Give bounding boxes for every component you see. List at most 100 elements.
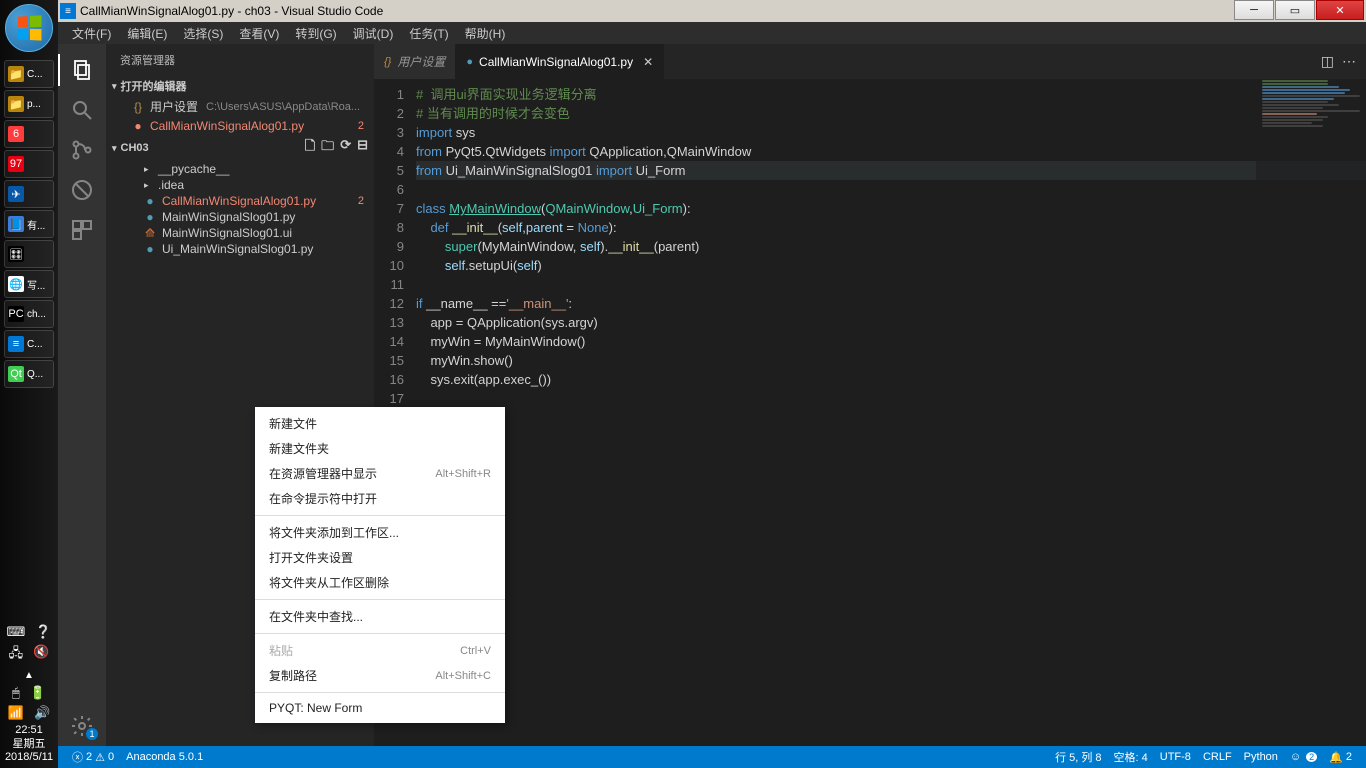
explorer-icon[interactable] (58, 50, 106, 90)
file-item[interactable]: ●MainWinSignalSlog01.py (106, 209, 374, 225)
taskbar-app-button[interactable]: 📁C... (4, 60, 54, 88)
minimize-button[interactable]: ─ (1234, 0, 1274, 20)
taskbar-app-button[interactable]: QtQ... (4, 360, 54, 388)
battery-icon[interactable]: 🔋 (30, 685, 46, 701)
volume-icon[interactable]: 🔇 (33, 644, 49, 666)
context-menu-item[interactable]: 在文件夹中查找... (255, 604, 505, 629)
tab-close-icon[interactable]: ✕ (643, 55, 653, 69)
editor-tabs: {}用户设置●CallMianWinSignalAlog01.py✕ ◫ ⋯ (374, 44, 1366, 79)
context-menu-item[interactable]: 将文件夹从工作区删除 (255, 570, 505, 595)
network-icon[interactable]: 🖧 (9, 644, 24, 666)
encoding-status[interactable]: UTF-8 (1154, 751, 1197, 763)
file-item[interactable]: ●Ui_MainWinSignalSlog01.py (106, 241, 374, 257)
menu-item[interactable]: 帮助(H) (457, 25, 514, 42)
context-menu-item[interactable]: PYQT: New Form (255, 697, 505, 719)
source-control-icon[interactable] (58, 130, 106, 170)
taskbar-app-button[interactable]: 6 (4, 120, 54, 148)
menu-item[interactable]: 编辑(E) (119, 25, 175, 42)
file-item[interactable]: ●CallMianWinSignalAlog01.py2 (106, 193, 374, 209)
taskbar-app-button[interactable]: 📘有... (4, 210, 54, 238)
feedback-button[interactable]: ☺2 (1284, 751, 1323, 763)
more-actions-icon[interactable]: ⋯ (1342, 53, 1356, 70)
eol-status[interactable]: CRLF (1197, 751, 1238, 763)
speaker-icon[interactable]: 🔊 (34, 705, 50, 721)
explorer-context-menu: 新建文件新建文件夹在资源管理器中显示Alt+Shift+R在命令提示符中打开将文… (255, 407, 505, 723)
problems-button[interactable]: ⓧ2 ⚠0 (66, 749, 120, 765)
start-button[interactable] (5, 4, 53, 52)
taskbar-app-button[interactable]: 🌐写... (4, 270, 54, 298)
chevron-up-icon[interactable]: ▲ (24, 670, 34, 681)
editor-tab[interactable]: {}用户设置 (374, 44, 456, 79)
editor-tab[interactable]: ●CallMianWinSignalAlog01.py✕ (456, 44, 664, 79)
menu-item[interactable]: 调试(D) (345, 25, 402, 42)
open-editors-label: 打开的编辑器 (121, 78, 187, 94)
new-file-icon[interactable]: 🗋 (305, 137, 315, 159)
taskbar-clock[interactable]: 22:51 星期五 2018/5/11 (5, 724, 53, 764)
menu-item[interactable]: 转到(G) (287, 25, 344, 42)
split-editor-icon[interactable]: ◫ (1321, 53, 1334, 70)
open-editors-header[interactable]: ▾ 打开的编辑器 (106, 76, 374, 96)
minimap[interactable] (1256, 79, 1366, 746)
status-bar: ⓧ2 ⚠0 Anaconda 5.0.1 行 5, 列 8 空格: 4 UTF-… (58, 746, 1366, 768)
clock-time: 22:51 (5, 724, 53, 737)
editor-area: {}用户设置●CallMianWinSignalAlog01.py✕ ◫ ⋯ 123… (374, 44, 1366, 746)
code-editor[interactable]: 123456789101112131415161718 # 调用ui界面实现业务… (374, 79, 1366, 746)
new-folder-icon[interactable]: 🗀 (321, 137, 334, 159)
language-mode[interactable]: Python (1238, 751, 1284, 763)
menu-item[interactable]: 任务(T) (401, 25, 456, 42)
collapse-all-icon[interactable]: ⊟ (357, 137, 368, 159)
context-menu-item[interactable]: 复制路径Alt+Shift+C (255, 663, 505, 688)
context-menu-item[interactable]: 新建文件夹 (255, 436, 505, 461)
taskbar-app-button[interactable]: PCch... (4, 300, 54, 328)
folder-item[interactable]: ▸.idea (106, 177, 374, 193)
folder-item[interactable]: ▸__pycache__ (106, 161, 374, 177)
menu-item[interactable]: 查看(V) (231, 25, 287, 42)
signal-icon[interactable]: 📶 (8, 705, 24, 721)
context-menu-item[interactable]: 将文件夹添加到工作区... (255, 520, 505, 545)
vscode-icon: ≡ (60, 3, 76, 19)
debug-icon[interactable] (58, 170, 106, 210)
menu-item[interactable]: 文件(F) (64, 25, 119, 42)
open-editor-item[interactable]: ●CallMianWinSignalAlog01.py2 (106, 117, 374, 135)
menu-separator (255, 599, 505, 600)
taskbar-app-button[interactable]: 🎛 (4, 240, 54, 268)
folder-header[interactable]: ▾ CH03 🗋 🗀 ⟳ ⊟ (106, 135, 374, 161)
settings-badge: 1 (86, 728, 98, 740)
warning-icon: ⚠ (95, 751, 105, 764)
tab-file-icon: {} (384, 56, 391, 68)
cursor-position[interactable]: 行 5, 列 8 (1049, 749, 1107, 765)
taskbar-app-button[interactable]: ≡C... (4, 330, 54, 358)
context-menu-item[interactable]: 在资源管理器中显示Alt+Shift+R (255, 461, 505, 486)
extensions-icon[interactable] (58, 210, 106, 250)
context-menu-item[interactable]: 在命令提示符中打开 (255, 486, 505, 511)
taskbar-app-button[interactable]: ✈ (4, 180, 54, 208)
menubar: 文件(F)编辑(E)选择(S)查看(V)转到(G)调试(D)任务(T)帮助(H) (58, 22, 1366, 44)
python-env[interactable]: Anaconda 5.0.1 (120, 751, 209, 763)
file-icon: ● (130, 119, 146, 133)
taskbar-app-button[interactable]: 97 (4, 150, 54, 178)
windows-logo-icon (18, 15, 42, 40)
maximize-button[interactable]: ▭ (1275, 0, 1315, 20)
menu-separator (255, 515, 505, 516)
open-editor-item[interactable]: {}用户设置C:\Users\ASUS\AppData\Roa... (106, 96, 374, 117)
code-text[interactable]: # 调用ui界面实现业务逻辑分离# 当有调用的时候才会变色import sysf… (416, 79, 1366, 746)
help-icon[interactable]: ❔ (35, 624, 51, 640)
usb-icon[interactable]: 🖱 (12, 685, 20, 701)
context-menu-item[interactable]: 新建文件 (255, 411, 505, 436)
clock-date: 2018/5/11 (5, 751, 53, 764)
indent-status[interactable]: 空格: 4 (1108, 749, 1154, 765)
settings-gear-icon[interactable]: 1 (58, 706, 106, 746)
context-menu-item[interactable]: 打开文件夹设置 (255, 545, 505, 570)
taskbar-app-button[interactable]: 📁p... (4, 90, 54, 118)
window-title: CallMianWinSignalAlog01.py - ch03 - Visu… (80, 4, 1233, 18)
file-item[interactable]: ⟰MainWinSignalSlog01.ui (106, 225, 374, 241)
folder-name: CH03 (121, 142, 149, 154)
refresh-icon[interactable]: ⟳ (340, 137, 351, 159)
keyboard-icon[interactable]: ⌨ (7, 624, 26, 640)
menu-item[interactable]: 选择(S) (175, 25, 231, 42)
chevron-down-icon: ▾ (112, 143, 117, 154)
notifications-button[interactable]: 🔔2 (1323, 751, 1358, 764)
close-button[interactable]: ✕ (1316, 0, 1364, 20)
file-icon: {} (130, 100, 146, 114)
search-icon[interactable] (58, 90, 106, 130)
